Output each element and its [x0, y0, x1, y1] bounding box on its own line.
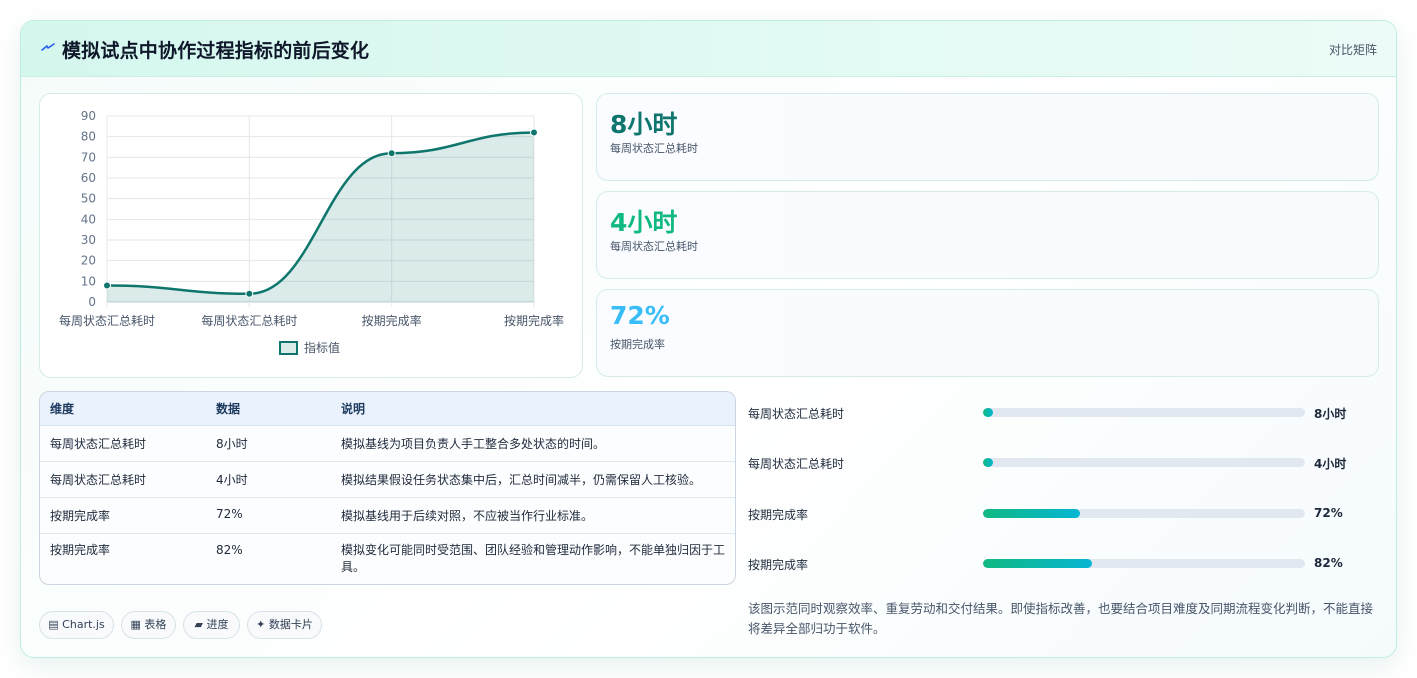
y-tick-label: 0: [88, 295, 96, 309]
table-cell: 82%: [216, 543, 243, 557]
progress-value: 82%: [1314, 556, 1343, 570]
progress-track: [983, 559, 1305, 568]
y-tick-label: 40: [81, 212, 96, 226]
kpi-value: 4小时: [610, 208, 678, 237]
column-header: 说明: [331, 392, 735, 426]
progress-fill: [983, 458, 993, 467]
chip-progress[interactable]: ▰ 进度: [183, 611, 240, 639]
kpi-card: 8小时 每周状态汇总耗时: [596, 93, 1379, 181]
kpi-value: 8小时: [610, 110, 678, 139]
progress-label: 按期完成率: [748, 558, 809, 572]
kpi-value: 72%: [610, 301, 670, 330]
lightning-icon: [41, 43, 55, 51]
table-cell: 4小时: [206, 461, 331, 498]
y-tick-label: 30: [81, 233, 96, 247]
progress-fill: [983, 408, 993, 417]
y-tick-label: 10: [81, 274, 96, 288]
data-point: [245, 289, 254, 298]
y-tick-label: 50: [81, 192, 96, 206]
page-title: 模拟试点中协作过程指标的前后变化: [62, 40, 370, 62]
chip-chartjs[interactable]: ▤ Chart.js: [39, 611, 114, 639]
table-row: 每周状态汇总耗时 4小时 模拟结果假设任务状态集中后，汇总时间减半，仍需保留人工…: [40, 461, 735, 498]
progress-row: 按期完成率 82%: [747, 552, 1377, 574]
x-tick-label: 每周状态汇总耗时: [59, 313, 155, 328]
progress-row: 按期完成率 72%: [747, 502, 1377, 524]
progress-track: [983, 458, 1305, 467]
kpi-label: 按期完成率: [610, 338, 665, 351]
table-row: 按期完成率 72% 模拟基线用于后续对照，不应被当作行业标准。: [40, 497, 735, 534]
data-point: [387, 149, 396, 158]
y-tick-label: 20: [81, 254, 96, 268]
legend-swatch: [279, 341, 298, 355]
data-point: [530, 128, 538, 137]
table-cell: 72%: [206, 497, 331, 534]
progress-row: 每周状态汇总耗时 4小时: [747, 451, 1377, 473]
progress-value: 4小时: [1314, 457, 1347, 471]
column-header: 维度: [40, 392, 206, 426]
footnote: 该图示范同时观察效率、重复劳动和交付结果。即使指标改善，也要结合项目难度及同期流…: [748, 601, 1374, 636]
kpi-label: 每周状态汇总耗时: [610, 240, 698, 253]
x-tick-label: 每周状态汇总耗时: [201, 313, 297, 328]
line-chart-svg: 0 10 20 30 40 50 60 70 80 90 每周状态汇总耗时 每周状态汇总耗时 按期完成率…: [59, 109, 564, 355]
table-cell: 每周状态汇总耗时: [40, 461, 206, 498]
x-tick-label: 按期完成率: [362, 313, 422, 328]
chip-data-cards[interactable]: ✦ 数据卡片: [247, 611, 322, 639]
y-tick-label: 70: [81, 150, 96, 164]
table-row: 每周状态汇总耗时 8小时 模拟基线为项目负责人手工整合多处状态的时间。: [40, 425, 735, 462]
y-tick-label: 90: [81, 109, 96, 123]
progress-list: 每周状态汇总耗时 8小时 每周状态汇总耗时 4小时 按期完成率 72% 按期完成…: [747, 393, 1377, 593]
progress-label: 每周状态汇总耗时: [748, 457, 845, 471]
chip-table[interactable]: ▦ 表格: [121, 611, 176, 639]
legend-label: 指标值: [304, 340, 340, 355]
progress-fill: [983, 509, 1080, 518]
kpi-card: 72% 按期完成率: [596, 289, 1379, 377]
table-cell: 模拟基线为项目负责人手工整合多处状态的时间。: [331, 425, 735, 462]
table-cell: 按期完成率: [50, 543, 111, 557]
table-cell: 8小时: [206, 425, 331, 462]
card-header: 模拟试点中协作过程指标的前后变化 对比矩阵: [21, 21, 1396, 77]
progress-value: 72%: [1314, 506, 1343, 520]
progress-track: [983, 509, 1305, 518]
progress-label: 按期完成率: [748, 508, 809, 522]
x-tick-label: 按期完成率: [504, 313, 564, 328]
table-cell: 模拟变化可能同时受范围、团队经验和管理动作影响，不能单独归因于工具。: [341, 543, 726, 574]
data-point: [103, 281, 111, 290]
series-area: [107, 132, 534, 302]
line-chart: 0 10 20 30 40 50 60 70 80 90 每周状态汇总耗时 每周状态汇总耗时 按期完成率…: [39, 93, 583, 378]
kpi-card: 4小时 每周状态汇总耗时: [596, 191, 1379, 279]
kpi-label: 每周状态汇总耗时: [610, 142, 698, 155]
progress-value: 8小时: [1314, 407, 1347, 421]
y-tick-label: 60: [81, 171, 96, 185]
progress-fill: [983, 559, 1093, 568]
table-cell: 按期完成率: [40, 497, 206, 534]
y-tick-label: 80: [81, 130, 96, 144]
comparison-card: 模拟试点中协作过程指标的前后变化 对比矩阵 0 10 20 30 40 50 60 70 80 9…: [20, 20, 1397, 658]
data-table: 维度 数据 说明 每周状态汇总耗时 8小时 模拟基线为项目负责人手工整合多处状态…: [39, 391, 736, 585]
progress-label: 每周状态汇总耗时: [748, 407, 845, 421]
table-header-row: 维度 数据 说明: [40, 392, 735, 426]
header-tag: 对比矩阵: [1328, 43, 1377, 57]
table-row: 按期完成率 82% 模拟变化可能同时受范围、团队经验和管理动作影响，不能单独归因…: [40, 534, 735, 585]
progress-track: [983, 408, 1305, 417]
column-header: 数据: [206, 392, 331, 426]
progress-row: 每周状态汇总耗时 8小时: [747, 401, 1377, 423]
table-cell: 模拟结果假设任务状态集中后，汇总时间减半，仍需保留人工核验。: [331, 461, 735, 498]
table-cell: 每周状态汇总耗时: [40, 425, 206, 462]
table-cell: 模拟基线用于后续对照，不应被当作行业标准。: [331, 497, 735, 534]
